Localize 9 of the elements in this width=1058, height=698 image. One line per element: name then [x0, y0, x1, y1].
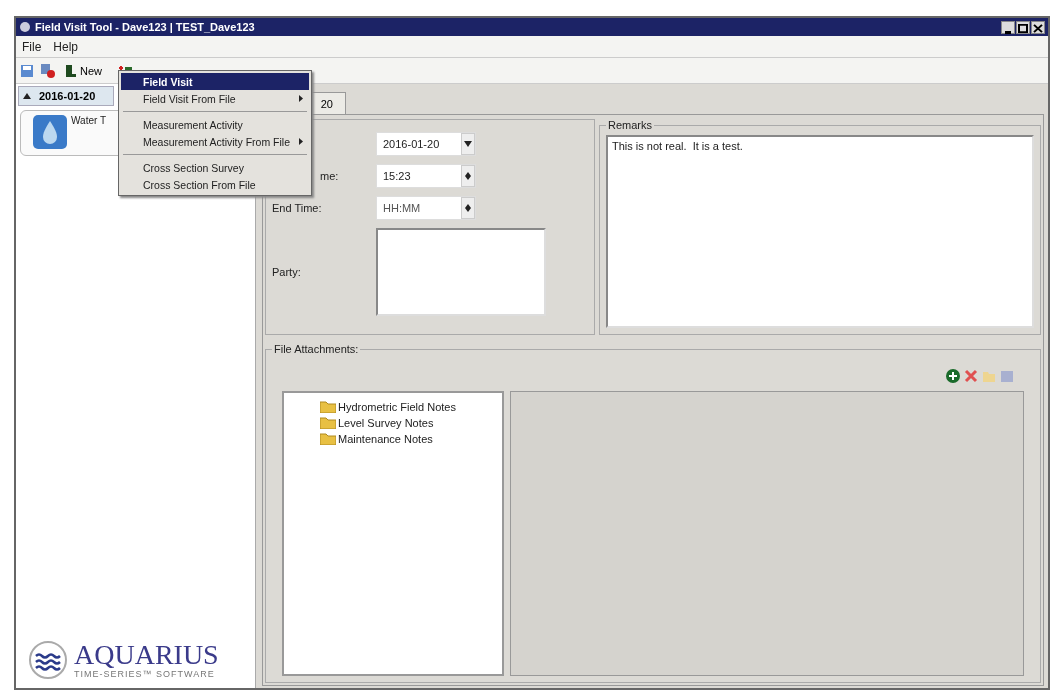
logo-name: AQUARIUS — [74, 641, 219, 669]
logo-tagline: TIME-SERIES™ SOFTWARE — [74, 669, 215, 679]
attachments-title: File Attachments: — [273, 343, 360, 355]
field-label: Party: — [272, 266, 302, 278]
remarks-title: Remarks — [607, 119, 653, 131]
field-label: End Time: — [272, 202, 323, 214]
field-label: me: — [319, 170, 340, 182]
activity-label: Water T — [71, 115, 106, 128]
window-title: Field Visit Tool - Dave123 | TEST_Dave123 — [35, 21, 255, 33]
